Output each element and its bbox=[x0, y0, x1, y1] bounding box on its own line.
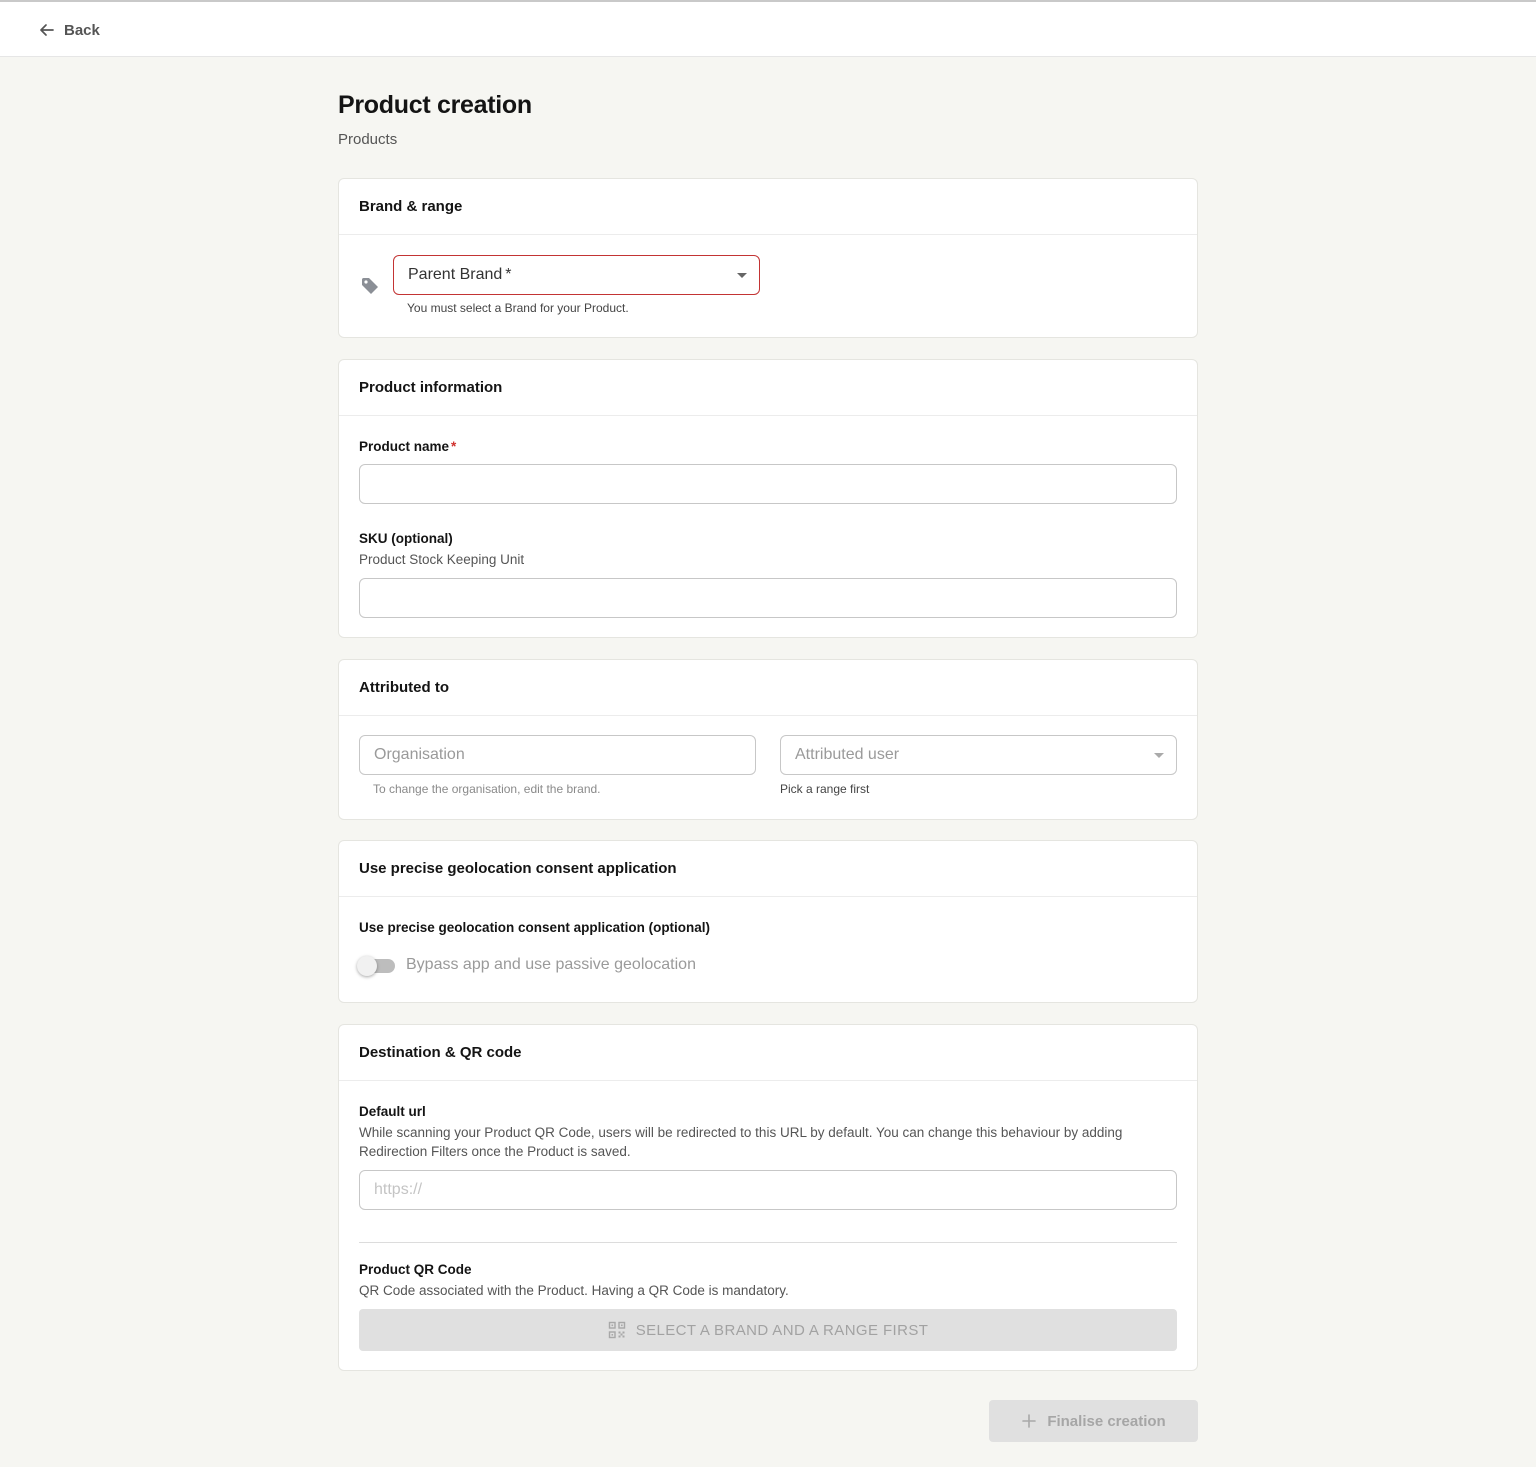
geolocation-toggle-label: Bypass app and use passive geolocation bbox=[406, 956, 696, 973]
destination-qr-heading: Destination & QR code bbox=[339, 1025, 1197, 1081]
geolocation-field-label: Use precise geolocation consent applicat… bbox=[359, 920, 711, 935]
default-url-help-line2: Redirection Filters once the Product is … bbox=[359, 1144, 631, 1159]
brand-range-card: Brand & range Parent Brand * You must se… bbox=[338, 178, 1198, 338]
default-url-input[interactable]: https:// bbox=[359, 1170, 1177, 1210]
product-information-card: Product information Product name * SKU (o… bbox=[338, 359, 1198, 638]
default-url-help-line1: While scanning your Product QR Code, use… bbox=[359, 1125, 1123, 1140]
plus-icon bbox=[1022, 1414, 1037, 1428]
tag-icon bbox=[362, 278, 378, 294]
attributed-user-help: Pick a range first bbox=[780, 782, 870, 796]
parent-brand-select[interactable]: Parent Brand * bbox=[393, 255, 760, 295]
chevron-down-icon bbox=[1154, 753, 1164, 758]
geolocation-heading: Use precise geolocation consent applicat… bbox=[339, 841, 1197, 897]
sku-help: Product Stock Keeping Unit bbox=[359, 552, 525, 567]
product-qr-help: QR Code associated with the Product. Hav… bbox=[359, 1283, 789, 1298]
finalise-creation-button[interactable]: Finalise creation bbox=[989, 1400, 1198, 1442]
geolocation-card: Use precise geolocation consent applicat… bbox=[338, 840, 1198, 1003]
product-name-input[interactable] bbox=[359, 464, 1177, 504]
product-information-heading: Product information bbox=[339, 360, 1197, 416]
finalise-creation-label: Finalise creation bbox=[1047, 1412, 1166, 1430]
brand-range-heading: Brand & range bbox=[339, 179, 1197, 235]
destination-qr-card: Destination & QR code Default url While … bbox=[338, 1024, 1198, 1371]
attributed-user-placeholder: Attributed user bbox=[795, 746, 900, 763]
select-qr-code-button[interactable]: SELECT A BRAND AND A RANGE FIRST bbox=[359, 1309, 1177, 1351]
qr-code-icon bbox=[608, 1321, 625, 1339]
attributed-to-card: Attributed to Organisation To change the… bbox=[338, 659, 1198, 820]
organisation-field[interactable]: Organisation bbox=[359, 735, 756, 775]
parent-brand-required-mark: * bbox=[505, 266, 512, 283]
sku-input[interactable] bbox=[359, 578, 1177, 618]
product-qr-label: Product QR Code bbox=[359, 1262, 472, 1277]
parent-brand-error: You must select a Brand for your Product… bbox=[407, 301, 629, 315]
attributed-to-heading: Attributed to bbox=[339, 660, 1197, 716]
page-title: Product creation bbox=[338, 91, 532, 119]
back-label: Back bbox=[64, 21, 100, 39]
organisation-help: To change the organisation, edit the bra… bbox=[373, 782, 601, 796]
default-url-placeholder: https:// bbox=[374, 1181, 423, 1198]
back-button[interactable]: Back bbox=[38, 18, 100, 42]
geolocation-toggle[interactable] bbox=[357, 955, 397, 977]
attributed-user-select[interactable]: Attributed user bbox=[780, 735, 1177, 775]
product-name-label: Product name * bbox=[359, 439, 456, 454]
arrow-left-icon bbox=[40, 24, 54, 36]
page-subtitle: Products bbox=[338, 131, 398, 148]
sku-label: SKU (optional) bbox=[359, 531, 453, 546]
default-url-label: Default url bbox=[359, 1104, 426, 1119]
top-bar: Back bbox=[0, 0, 1536, 57]
section-divider bbox=[359, 1242, 1177, 1243]
product-name-label-text: Product name bbox=[359, 439, 450, 454]
product-name-required-mark: * bbox=[451, 439, 457, 454]
parent-brand-label: Parent Brand bbox=[408, 266, 503, 283]
chevron-down-icon bbox=[737, 273, 747, 278]
toggle-knob bbox=[357, 956, 377, 976]
organisation-placeholder: Organisation bbox=[374, 746, 465, 763]
select-qr-code-button-label: SELECT A BRAND AND A RANGE FIRST bbox=[635, 1321, 929, 1339]
